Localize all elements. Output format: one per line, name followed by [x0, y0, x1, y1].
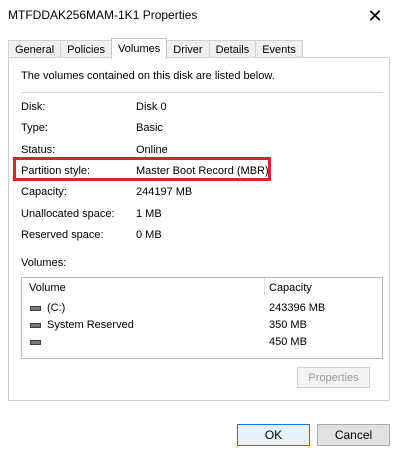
drive-icon — [30, 340, 41, 345]
volume-capacity[interactable]: 350 MB — [269, 319, 307, 331]
volume-capacity[interactable]: 243396 MB — [269, 302, 325, 314]
drive-icon — [30, 323, 41, 328]
title-bar: MTFDDAK256MAM-1K1 Properties ✕ — [0, 0, 398, 32]
ok-button[interactable]: OK — [237, 424, 310, 446]
properties-button[interactable]: Properties — [297, 367, 370, 388]
tab-strip: General Policies Volumes Driver Details … — [8, 38, 303, 59]
partition-style-highlight — [13, 157, 271, 181]
unallocated-label: Unallocated space: — [21, 208, 115, 220]
disk-value: Disk 0 — [136, 101, 167, 113]
tab-volumes[interactable]: Volumes — [111, 38, 168, 59]
capacity-value: 244197 MB — [136, 186, 193, 198]
column-header-capacity[interactable]: Capacity — [269, 282, 312, 294]
volume-capacity[interactable]: 450 MB — [269, 336, 307, 348]
tab-general[interactable]: General — [8, 40, 62, 58]
intro-text: The volumes contained on this disk are l… — [21, 70, 275, 82]
unallocated-value: 1 MB — [136, 208, 162, 220]
window-title: MTFDDAK256MAM-1K1 Properties — [8, 8, 198, 22]
type-label: Type: — [21, 122, 48, 134]
close-button[interactable]: ✕ — [352, 0, 398, 32]
column-header-volume[interactable]: Volume — [29, 282, 66, 294]
column-divider[interactable] — [264, 278, 265, 296]
disk-label: Disk: — [21, 101, 46, 113]
volumes-label: Volumes: — [21, 257, 67, 269]
drive-icon — [30, 306, 41, 311]
cancel-button[interactable]: Cancel — [317, 424, 390, 446]
status-value: Online — [136, 144, 168, 156]
reserved-value: 0 MB — [136, 229, 162, 241]
tab-details[interactable]: Details — [208, 40, 257, 58]
separator — [21, 92, 383, 93]
volume-name[interactable]: (C:) — [47, 302, 65, 314]
tab-policies[interactable]: Policies — [60, 40, 113, 58]
volumes-list[interactable] — [21, 277, 383, 359]
reserved-label: Reserved space: — [21, 229, 104, 241]
tab-events[interactable]: Events — [255, 40, 303, 58]
volume-name[interactable]: System Reserved — [47, 319, 134, 331]
type-value: Basic — [136, 122, 163, 134]
status-label: Status: — [21, 144, 56, 156]
capacity-label: Capacity: — [21, 186, 67, 198]
tab-driver[interactable]: Driver — [166, 40, 210, 58]
close-icon: ✕ — [367, 6, 383, 26]
